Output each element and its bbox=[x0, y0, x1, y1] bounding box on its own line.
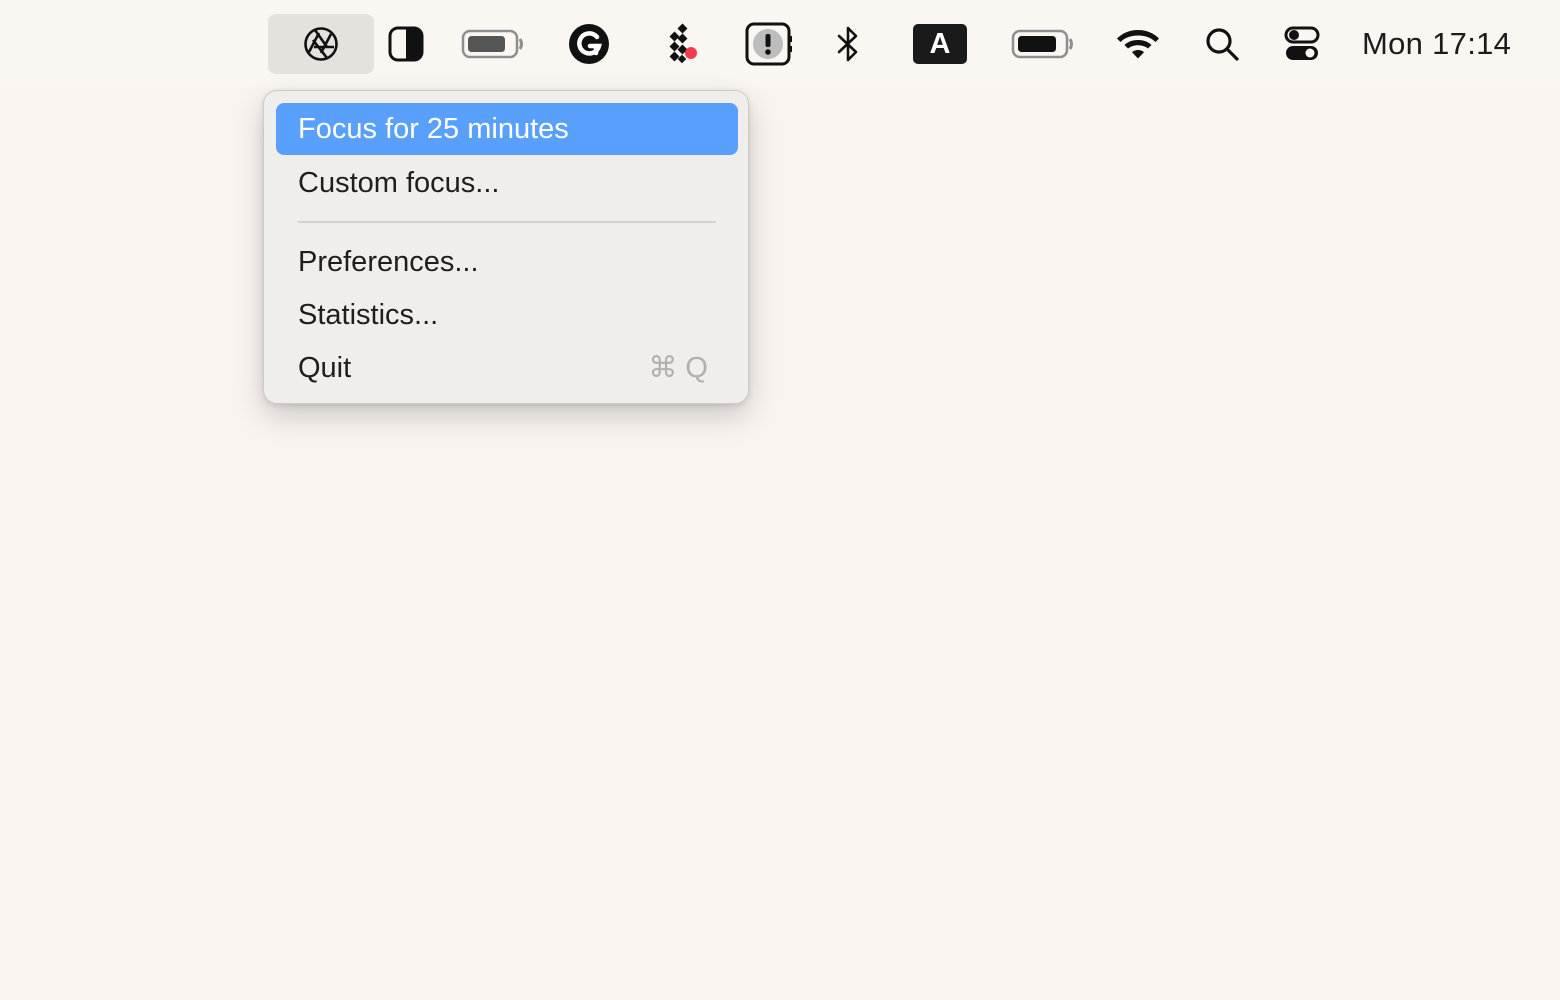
control-center-icon[interactable] bbox=[1282, 0, 1322, 88]
menubar-clock[interactable]: Mon 17:14 bbox=[1362, 0, 1511, 88]
menu-item-label: Preferences... bbox=[298, 246, 479, 278]
menu-bar: A Mon 17:14 bbox=[0, 0, 1560, 88]
menu-item-label: Statistics... bbox=[298, 299, 439, 331]
menu-item-label: Focus for 25 minutes bbox=[298, 113, 569, 145]
battery-icon[interactable] bbox=[458, 0, 528, 88]
input-source-letter: A bbox=[913, 24, 967, 64]
quit-shortcut: ⌘ Q bbox=[648, 352, 708, 384]
battery-icon[interactable] bbox=[1008, 0, 1078, 88]
wifi-icon[interactable] bbox=[1114, 0, 1162, 88]
menu-item-focus-25[interactable]: Focus for 25 minutes bbox=[276, 103, 738, 155]
menu-item-preferences[interactable]: Preferences... bbox=[276, 236, 738, 288]
input-source-icon[interactable]: A bbox=[912, 0, 968, 88]
menu-item-statistics[interactable]: Statistics... bbox=[276, 289, 738, 341]
menu-item-label: Custom focus... bbox=[298, 167, 500, 199]
contrast-half-icon[interactable] bbox=[384, 0, 428, 88]
menu-item-quit[interactable]: Quit ⌘ Q bbox=[276, 342, 738, 394]
focus-dropdown-menu: Focus for 25 minutes Custom focus... Pre… bbox=[263, 90, 749, 404]
focus-aperture-icon[interactable] bbox=[296, 0, 346, 88]
grammarly-icon[interactable] bbox=[566, 0, 612, 88]
diamond-grid-icon[interactable] bbox=[658, 0, 704, 88]
menu-item-label: Quit bbox=[298, 352, 352, 384]
alert-badge-icon[interactable] bbox=[742, 0, 794, 88]
menu-item-custom-focus[interactable]: Custom focus... bbox=[276, 157, 738, 209]
search-icon[interactable] bbox=[1202, 0, 1242, 88]
menu-separator bbox=[298, 221, 716, 223]
bluetooth-icon[interactable] bbox=[830, 0, 866, 88]
